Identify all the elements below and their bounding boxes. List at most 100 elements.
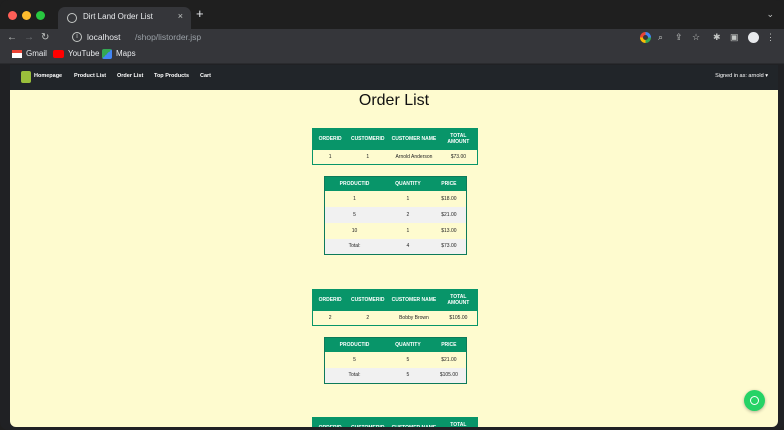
product-quantity: 2 <box>384 206 432 223</box>
col-total-amount: Total Amount <box>439 128 478 150</box>
total-price: $73.00 <box>431 238 467 255</box>
order-header-row: OrderId CustomerId Customer Name Total A… <box>312 128 478 150</box>
product-row: 5 5 $21.00 <box>324 351 467 368</box>
site-navbar: Homepage Product List Order List Top Pro… <box>10 65 778 90</box>
col-order-id: OrderId <box>312 417 348 427</box>
brand-logo-icon[interactable] <box>21 71 31 83</box>
minimize-window-button[interactable] <box>22 11 31 20</box>
tab-title: Dirt Land Order List <box>83 12 153 21</box>
forward-button[interactable]: → <box>24 31 34 44</box>
zoom-icon[interactable]: ⌕ <box>658 32 663 43</box>
col-price: Price <box>431 337 467 352</box>
product-price: $18.00 <box>431 190 467 207</box>
nav-order-list[interactable]: Order List <box>117 73 143 79</box>
product-table: ProductId Quantity Price 1 1 $18.00 5 2 … <box>324 176 467 255</box>
col-customer-id: CustomerId <box>347 128 389 150</box>
product-id: 10 <box>324 222 385 239</box>
bookmark-star-icon[interactable]: ☆ <box>692 32 700 43</box>
col-order-id: OrderId <box>312 289 348 311</box>
product-quantity: 5 <box>384 351 432 368</box>
page-title: Order List <box>358 92 430 109</box>
product-total-row: Total: 5 $105.00 <box>324 367 467 384</box>
col-customer-id: CustomerId <box>347 417 389 427</box>
col-product-id: ProductId <box>324 176 385 191</box>
col-quantity: Quantity <box>384 337 432 352</box>
address-bar[interactable]: i localhost /shop/listorder.jsp <box>72 30 672 46</box>
customer-id: 1 <box>347 149 389 165</box>
more-menu-icon[interactable]: ⋮ <box>766 32 775 43</box>
url-host: localhost <box>87 32 121 42</box>
bookmark-maps[interactable]: Maps <box>116 49 136 58</box>
tab-close-icon[interactable]: × <box>178 11 183 21</box>
col-customer-name: Customer Name <box>388 417 440 427</box>
col-product-id: ProductId <box>324 337 385 352</box>
bookmark-gmail[interactable]: Gmail <box>26 49 47 58</box>
signed-in-dropdown[interactable]: Signed in as: arnold ▾ <box>715 73 768 79</box>
bookmarks-bar: Gmail YouTube Maps <box>0 47 784 64</box>
col-price: Price <box>431 176 467 191</box>
col-quantity: Quantity <box>384 176 432 191</box>
product-quantity: 1 <box>384 222 432 239</box>
product-table: ProductId Quantity Price 5 5 $21.00 Tota… <box>324 337 467 384</box>
product-price: $21.00 <box>431 351 467 368</box>
product-id: 5 <box>324 206 385 223</box>
col-customer-id: CustomerId <box>347 289 389 311</box>
nav-homepage[interactable]: Homepage <box>34 73 62 79</box>
site-info-icon[interactable]: i <box>72 32 82 42</box>
order-total: $73.00 <box>439 149 478 165</box>
product-price: $13.00 <box>431 222 467 239</box>
col-order-id: OrderId <box>312 128 348 150</box>
browser-toolbar: ← → ↻ i localhost /shop/listorder.jsp ⌕ … <box>0 29 784 47</box>
gmail-icon <box>12 50 22 58</box>
col-total-amount: Total Amount <box>439 417 478 427</box>
order-id: 2 <box>312 310 348 326</box>
bookmark-youtube[interactable]: YouTube <box>68 49 99 58</box>
google-lens-icon[interactable] <box>640 32 651 43</box>
order-row: 2 2 Bobby Brown $105.00 <box>312 310 478 326</box>
side-panel-icon[interactable]: ▣ <box>730 32 739 43</box>
total-label: Total: <box>324 367 385 384</box>
share-icon[interactable]: ⇪ <box>675 32 683 43</box>
total-price: $105.00 <box>431 367 467 384</box>
profile-avatar[interactable] <box>748 32 759 43</box>
browser-window: Dirt Land Order List × + ⌄ ← → ↻ i local… <box>0 0 784 430</box>
col-total-amount: Total Amount <box>439 289 478 311</box>
total-quantity: 4 <box>384 238 432 255</box>
maps-icon <box>102 49 112 59</box>
order-row: 1 1 Arnold Anderson $73.00 <box>312 149 478 165</box>
back-button[interactable]: ← <box>7 31 17 44</box>
tab-order-list[interactable]: Dirt Land Order List × <box>58 7 191 29</box>
order-header-row: OrderId CustomerId Customer Name Total A… <box>312 417 478 427</box>
reload-button[interactable]: ↻ <box>41 31 49 44</box>
globe-icon <box>67 13 77 23</box>
product-quantity: 1 <box>384 190 432 207</box>
extensions-icon[interactable]: ✱ <box>713 32 721 43</box>
product-header-row: ProductId Quantity Price <box>324 176 467 191</box>
order-table: OrderId CustomerId Customer Name Total A… <box>312 417 478 427</box>
tab-search-icon[interactable]: ⌄ <box>766 9 774 20</box>
order-header-row: OrderId CustomerId Customer Name Total A… <box>312 289 478 311</box>
nav-product-list[interactable]: Product List <box>74 73 106 79</box>
url-path: /shop/listorder.jsp <box>135 32 202 42</box>
nav-top-products[interactable]: Top Products <box>154 73 189 79</box>
total-label: Total: <box>324 238 385 255</box>
tab-strip: Dirt Land Order List × + ⌄ <box>0 0 784 29</box>
maximize-window-button[interactable] <box>36 11 45 20</box>
order-id: 1 <box>312 149 348 165</box>
page-viewport: Homepage Product List Order List Top Pro… <box>10 65 778 427</box>
close-window-button[interactable] <box>8 11 17 20</box>
chat-icon[interactable] <box>744 390 765 411</box>
customer-name: Arnold Anderson <box>388 149 440 165</box>
nav-cart[interactable]: Cart <box>200 73 211 79</box>
col-customer-name: Customer Name <box>388 289 440 311</box>
product-price: $21.00 <box>431 206 467 223</box>
total-quantity: 5 <box>384 367 432 384</box>
order-table: OrderId CustomerId Customer Name Total A… <box>312 289 478 326</box>
product-header-row: ProductId Quantity Price <box>324 337 467 352</box>
order-table: OrderId CustomerId Customer Name Total A… <box>312 128 478 165</box>
new-tab-button[interactable]: + <box>196 7 204 21</box>
product-row: 5 2 $21.00 <box>324 206 467 223</box>
product-row: 10 1 $13.00 <box>324 222 467 239</box>
product-id: 5 <box>324 351 385 368</box>
product-row: 1 1 $18.00 <box>324 190 467 207</box>
